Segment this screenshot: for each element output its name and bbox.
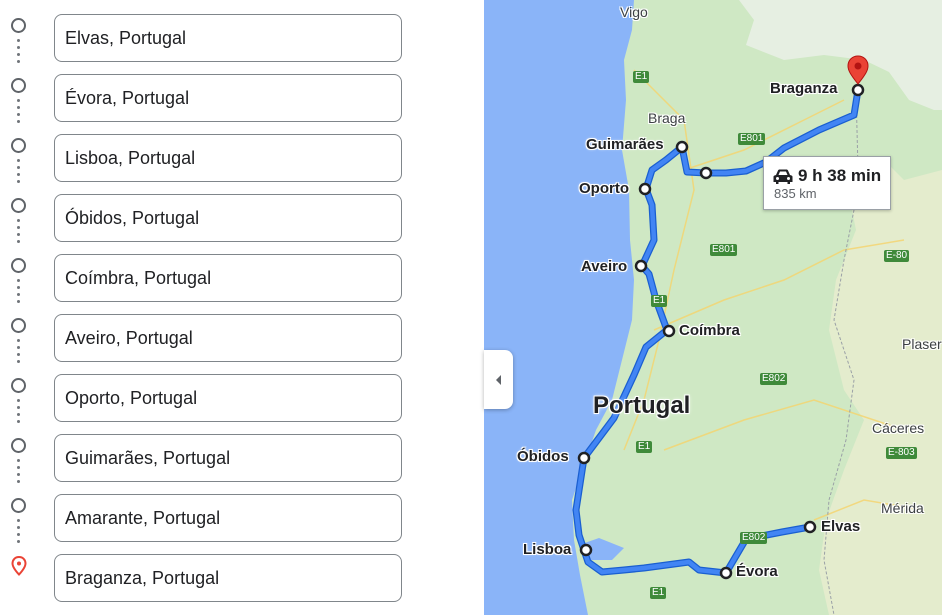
road-label-e1: E1 [650,587,667,599]
waypoint-aveiro [634,259,648,273]
road-label-e1: E1 [633,71,650,83]
waypoint-circle-icon [11,258,26,273]
place-label-caceres: Cáceres [872,420,925,436]
waypoint-circle-icon [11,378,26,393]
stop-row: Évora, Portugal [0,60,484,123]
route-distance: 835 km [774,186,817,201]
road-label-e803: E-803 [886,447,917,459]
waypoint-coimbra [662,324,676,338]
city-label-obidos: Óbidos [517,448,569,465]
waypoint-elvas [803,520,817,534]
waypoint-circle-icon [11,18,26,33]
city-label-guimaraes: Guimarães [586,136,664,153]
stop-row: Coímbra, Portugal [0,240,484,303]
place-label-merida: Mérida [881,500,924,516]
route-summary-card[interactable]: 9 h 38 min 835 km [763,156,891,210]
stop-row: Braganza, Portugal [0,540,484,602]
waypoint-oporto [638,182,652,196]
waypoint-braganza [851,83,865,97]
chevron-left-icon [495,374,501,385]
car-icon [773,169,793,184]
stop-input[interactable]: Óbidos, Portugal [54,194,402,242]
stop-input[interactable]: Lisboa, Portugal [54,134,402,182]
road-label-e1: E1 [651,295,668,307]
city-label-coimbra: Coímbra [679,322,740,339]
road-label-e801: E801 [710,244,738,256]
stop-row: Amarante, Portugal [0,480,484,543]
place-label-vigo: Vigo [620,4,648,20]
road-label-e802: E802 [740,532,768,544]
city-label-oporto: Oporto [579,180,629,197]
waypoint-circle-icon [11,498,26,513]
waypoint-guimaraes [675,140,689,154]
waypoint-obidos [577,451,591,465]
waypoint-evora [719,566,733,580]
stop-row: Óbidos, Portugal [0,180,484,243]
stop-input[interactable]: Guimarães, Portugal [54,434,402,482]
collapse-panel-button[interactable] [484,350,513,409]
waypoint-amarante [699,166,713,180]
road-label-e1: E1 [636,441,653,453]
waypoint-lisboa [579,543,593,557]
waypoint-circle-icon [11,198,26,213]
stop-row: Aveiro, Portugal [0,300,484,363]
map-view[interactable]: Vigo Braga Cáceres Mérida Plaser Braganz… [484,0,942,615]
stop-input[interactable]: Oporto, Portugal [54,374,402,422]
city-label-elvas: Elvas [821,518,861,535]
road-label-e80: E-80 [884,250,910,262]
place-label-braga: Braga [648,110,686,126]
waypoint-circle-icon [11,138,26,153]
map-canvas[interactable] [484,0,942,615]
city-label-braganza: Braganza [770,80,838,97]
stop-input[interactable]: Évora, Portugal [54,74,402,122]
waypoint-circle-icon [11,78,26,93]
waypoint-circle-icon [11,318,26,333]
stop-input[interactable]: Coímbra, Portugal [54,254,402,302]
road-label-e801: E801 [738,133,766,145]
road-label-e802: E802 [760,373,788,385]
stop-row: Lisboa, Portugal [0,120,484,183]
stop-input[interactable]: Aveiro, Portugal [54,314,402,362]
destination-input[interactable]: Braganza, Portugal [54,554,402,602]
destination-pin-icon [11,556,27,576]
stop-row: Guimarães, Portugal [0,420,484,483]
stop-row: Elvas, Portugal [0,0,484,63]
stop-row: Oporto, Portugal [0,360,484,423]
city-label-evora: Évora [736,563,778,580]
route-duration: 9 h 38 min [798,166,882,185]
stop-input[interactable]: Amarante, Portugal [54,494,402,542]
waypoint-circle-icon [11,438,26,453]
city-label-aveiro: Aveiro [581,258,628,275]
directions-panel: Elvas, Portugal Évora, Portugal Lisboa, … [0,0,484,615]
country-label: Portugal [593,392,691,419]
place-label-plasencia: Plaser [902,336,942,352]
city-label-lisboa: Lisboa [523,541,572,558]
stop-input[interactable]: Elvas, Portugal [54,14,402,62]
